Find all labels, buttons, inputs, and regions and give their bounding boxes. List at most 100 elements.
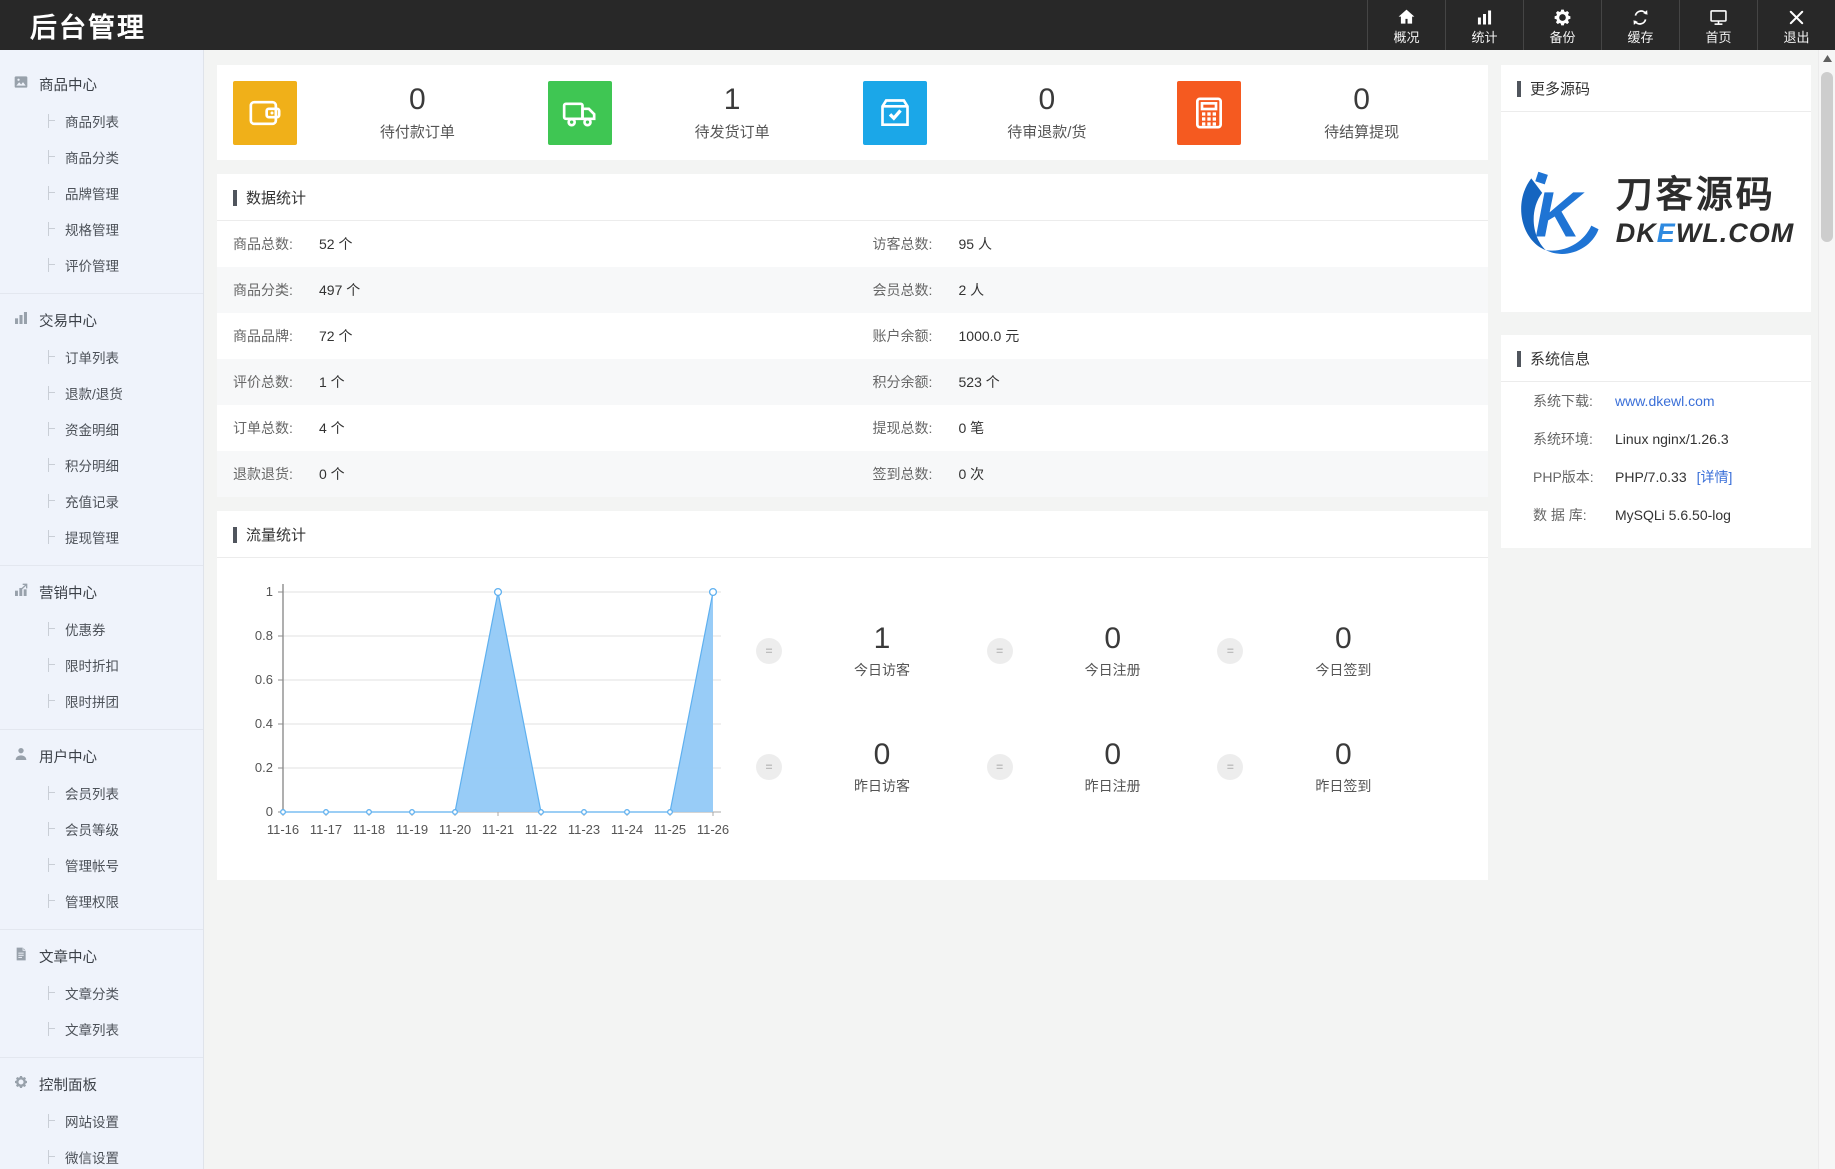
sidebar-item-order-list[interactable]: 订单列表 <box>0 339 203 375</box>
box-check-icon <box>863 81 927 145</box>
svg-text:0.4: 0.4 <box>255 716 273 731</box>
home-icon <box>1396 7 1417 28</box>
sidebar-section-panel-header[interactable]: 控制面板 <box>0 1064 203 1103</box>
sidebar-item-group-buy[interactable]: 限时拼团 <box>0 683 203 719</box>
monitor-icon <box>1708 7 1729 28</box>
svg-text:11-16: 11-16 <box>267 822 299 837</box>
svg-text:0.6: 0.6 <box>255 672 273 687</box>
stat-label: 退款退货: <box>233 464 319 484</box>
mini-stat-value: 1 <box>836 622 928 655</box>
summary-card-to-ship-orders[interactable]: 1 待发货订单 <box>538 81 853 145</box>
tree-branch-icon <box>48 494 55 508</box>
sidebar: 商品中心 商品列表 商品分类 品牌管理 规格管理 评价管理 交易中心 订单列表 … <box>0 50 204 1169</box>
topnav-statistics[interactable]: 统计 <box>1445 0 1523 50</box>
sidebar-item-admin-permission[interactable]: 管理权限 <box>0 883 203 919</box>
mini-stat-today-checkins: = 0今日签到 <box>1217 622 1448 680</box>
tree-branch-icon <box>48 858 55 872</box>
stat-label: 商品品牌: <box>233 326 319 346</box>
sidebar-item-article-category[interactable]: 文章分类 <box>0 975 203 1011</box>
marketing-icon <box>13 582 39 603</box>
svg-text:1: 1 <box>266 584 273 599</box>
sidebar-item-points-detail[interactable]: 积分明细 <box>0 447 203 483</box>
summary-label: 待付款订单 <box>297 121 538 142</box>
sidebar-item-wechat-settings[interactable]: 微信设置 <box>0 1139 203 1169</box>
settings-icon <box>13 1074 39 1095</box>
brand-logo[interactable]: K 刀客源码 DKEWL.COM <box>1501 112 1811 312</box>
summary-label: 待审退款/货 <box>927 121 1168 142</box>
sidebar-item-article-list[interactable]: 文章列表 <box>0 1011 203 1047</box>
sidebar-item-member-level[interactable]: 会员等级 <box>0 811 203 847</box>
traffic-header: 流量统计 <box>217 511 1488 558</box>
sidebar-section-trade-header[interactable]: 交易中心 <box>0 300 203 339</box>
stats-row: 退款退货:0 个 签到总数:0 次 <box>217 451 1488 497</box>
system-info-row: 系统下载: www.dkewl.com <box>1501 382 1811 420</box>
mini-stat-yesterday-registered: = 0昨日注册 <box>987 738 1218 796</box>
sidebar-item-goods-list[interactable]: 商品列表 <box>0 103 203 139</box>
system-info-row: 系统环境: Linux nginx/1.26.3 <box>1501 420 1811 458</box>
scrollbar-thumb[interactable] <box>1821 72 1833 242</box>
sidebar-section-user-header[interactable]: 用户中心 <box>0 736 203 775</box>
summary-card-pending-refunds[interactable]: 0 待审退款/货 <box>853 81 1168 145</box>
section-bar-icon <box>1517 81 1521 97</box>
tree-branch-icon <box>48 1022 55 1036</box>
sidebar-item-withdraw-manage[interactable]: 提现管理 <box>0 519 203 555</box>
sidebar-item-flash-discount[interactable]: 限时折扣 <box>0 647 203 683</box>
sidebar-item-funds-detail[interactable]: 资金明细 <box>0 411 203 447</box>
sidebar-section-marketing-header[interactable]: 营销中心 <box>0 572 203 611</box>
summary-value: 1 <box>612 83 853 118</box>
topnav-label: 概况 <box>1393 31 1419 44</box>
section-bar-icon <box>1517 351 1521 367</box>
stat-value: 1 个 <box>319 372 345 392</box>
sys-value: MySQLi 5.6.50-log <box>1615 507 1731 523</box>
mini-stat-value: 0 <box>1297 622 1389 655</box>
sidebar-item-spec-manage[interactable]: 规格管理 <box>0 211 203 247</box>
php-detail-link[interactable]: [详情] <box>1697 467 1733 487</box>
trade-icon <box>13 310 39 331</box>
system-download-link[interactable]: www.dkewl.com <box>1615 393 1715 409</box>
summary-card-unpaid-orders[interactable]: 0 待付款订单 <box>223 81 538 145</box>
sidebar-section-goods-header[interactable]: 商品中心 <box>0 64 203 103</box>
stat-value: 0 次 <box>959 464 985 484</box>
sidebar-item-admin-account[interactable]: 管理帐号 <box>0 847 203 883</box>
tree-branch-icon <box>48 458 55 472</box>
stat-value: 95 人 <box>959 234 992 254</box>
tree-branch-icon <box>48 822 55 836</box>
system-info-header: 系统信息 <box>1501 335 1811 382</box>
page-scrollbar[interactable] <box>1818 50 1835 1169</box>
sidebar-item-goods-category[interactable]: 商品分类 <box>0 139 203 175</box>
topnav-overview[interactable]: 概况 <box>1367 0 1445 50</box>
stats-row: 订单总数:4 个 提现总数:0 笔 <box>217 405 1488 451</box>
summary-value: 0 <box>1241 83 1482 118</box>
sidebar-section-user: 用户中心 会员列表 会员等级 管理帐号 管理权限 <box>0 730 203 930</box>
sidebar-item-brand-manage[interactable]: 品牌管理 <box>0 175 203 211</box>
topnav-backup[interactable]: 备份 <box>1523 0 1601 50</box>
topnav-logout[interactable]: 退出 <box>1757 0 1835 50</box>
sidebar-section-goods: 商品中心 商品列表 商品分类 品牌管理 规格管理 评价管理 <box>0 58 203 294</box>
topnav-cache[interactable]: 缓存 <box>1601 0 1679 50</box>
svg-text:K: K <box>1535 180 1585 251</box>
sidebar-item-recharge-record[interactable]: 充值记录 <box>0 483 203 519</box>
gear-icon <box>1552 7 1573 28</box>
svg-text:0.8: 0.8 <box>255 628 273 643</box>
sidebar-item-site-settings[interactable]: 网站设置 <box>0 1103 203 1139</box>
sidebar-section-article-header[interactable]: 文章中心 <box>0 936 203 975</box>
equals-circle-icon: = <box>1217 638 1243 664</box>
sidebar-section-title: 用户中心 <box>39 746 97 767</box>
stat-value: 72 个 <box>319 326 352 346</box>
more-source-card: 更多源码 K 刀客源码 DKEWL.COM <box>1501 65 1811 312</box>
sidebar-item-review-manage[interactable]: 评价管理 <box>0 247 203 283</box>
sidebar-item-member-list[interactable]: 会员列表 <box>0 775 203 811</box>
mini-stat-value: 0 <box>1297 738 1389 771</box>
mini-stat-label: 昨日签到 <box>1297 776 1389 796</box>
topnav-label: 统计 <box>1471 31 1497 44</box>
scroll-up-icon[interactable] <box>1819 55 1835 62</box>
system-info-card: 系统信息 系统下载: www.dkewl.com 系统环境: Linux ngi… <box>1501 335 1811 548</box>
sidebar-item-coupon[interactable]: 优惠券 <box>0 611 203 647</box>
tree-branch-icon <box>48 786 55 800</box>
topnav-frontend-home[interactable]: 首页 <box>1679 0 1757 50</box>
stat-value: 52 个 <box>319 234 352 254</box>
sidebar-item-refund-return[interactable]: 退款/退货 <box>0 375 203 411</box>
svg-text:11-23: 11-23 <box>568 822 600 837</box>
summary-card-pending-settlement[interactable]: 0 待结算提现 <box>1167 81 1482 145</box>
stat-label: 签到总数: <box>873 464 959 484</box>
